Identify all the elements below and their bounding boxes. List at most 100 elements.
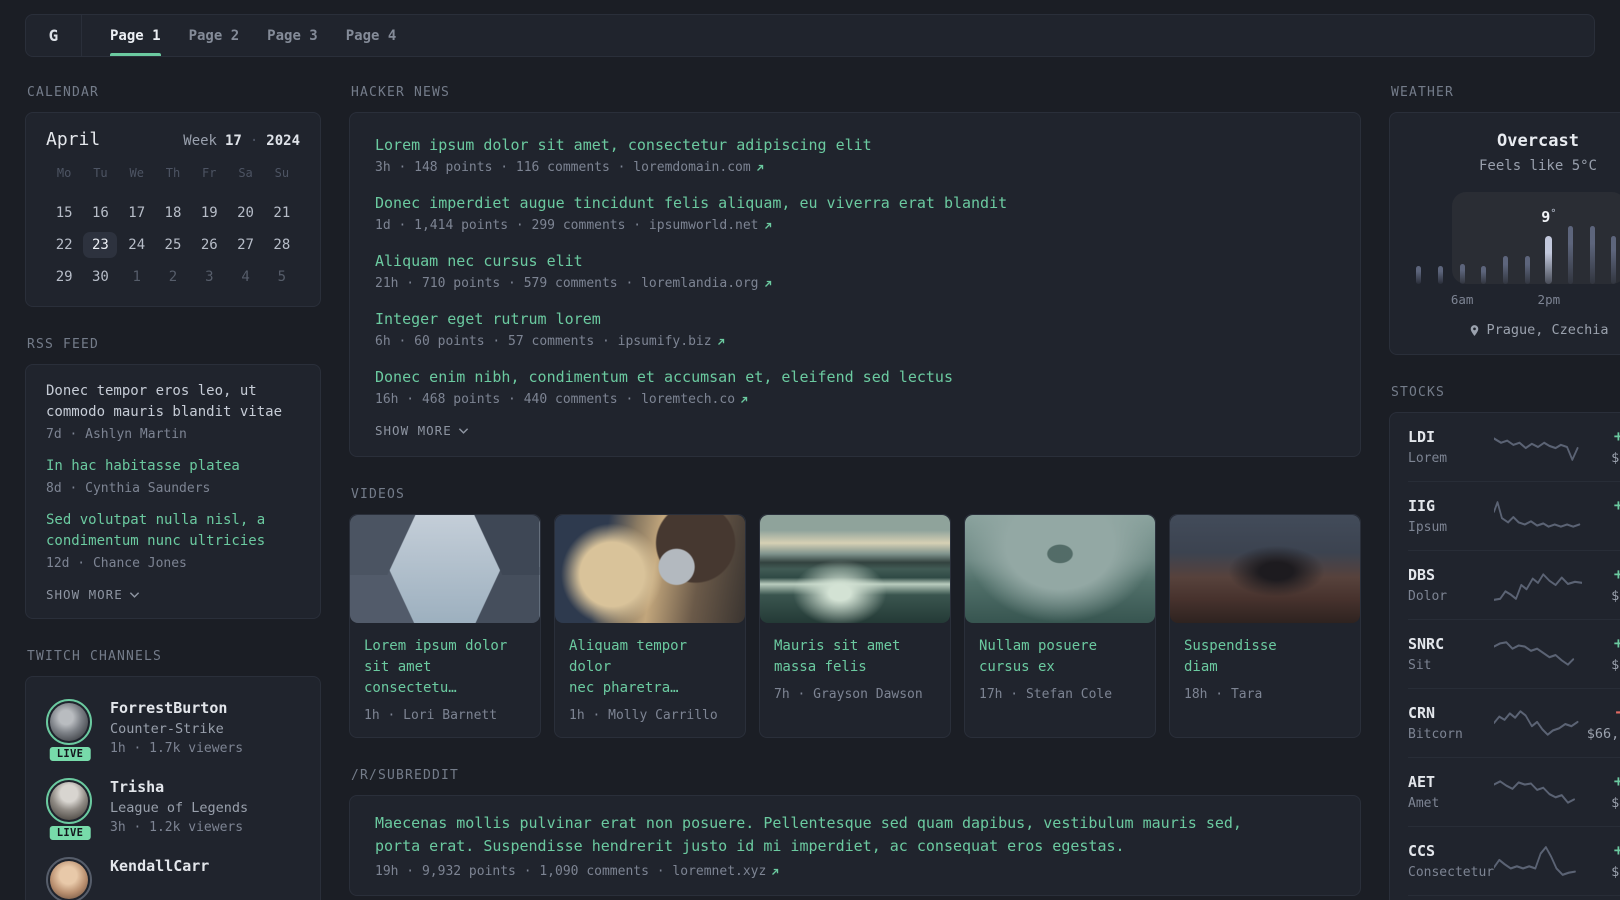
hackernews-item: Aliquam nec cursus elit 21h · 710 points… — [375, 251, 1335, 291]
rss-section-title: RSS FEED — [27, 337, 99, 352]
stock-sparkline — [1494, 572, 1582, 601]
weather-bar — [1545, 236, 1553, 284]
calendar-header: April Week 17 · 2024 — [46, 129, 300, 150]
calendar-day: 28 — [273, 237, 291, 253]
hackernews-item-title[interactable]: Lorem ipsum dolor sit amet, consectetur … — [375, 135, 1335, 156]
page-tab[interactable]: Page 3 — [267, 15, 318, 56]
twitch-channel-name[interactable]: KendallCarr — [110, 857, 209, 875]
video-thumbnail[interactable] — [760, 515, 950, 623]
live-badge: LIVE — [47, 824, 93, 842]
weather-bar-slot — [1473, 196, 1495, 284]
hackernews-item-title[interactable]: Aliquam nec cursus elit — [375, 251, 1335, 272]
page-tab[interactable]: Page 4 — [346, 15, 397, 56]
weather-bar — [1416, 266, 1422, 284]
external-link-icon[interactable] — [763, 221, 773, 231]
video-card[interactable]: Aliquam tempor dolor nec pharetra… 1h · … — [554, 514, 746, 738]
page-tab-label: Page 3 — [267, 27, 318, 44]
calendar-weekday: Th — [165, 166, 181, 180]
calendar-week-year: Week 17 · 2024 — [183, 133, 300, 149]
twitch-channel[interactable]: LIVE ForrestBurton Counter-Strike 1h · 1… — [46, 699, 300, 763]
twitch-avatar-ring — [46, 857, 92, 900]
calendar-weekday: Su — [274, 166, 290, 180]
stock-values: -1.00% $66,171.48 — [1582, 703, 1620, 742]
twitch-channel-viewers: 3h · 1.2k viewers — [110, 820, 244, 835]
video-card[interactable]: Lorem ipsum dolor sit amet consectetu… 1… — [349, 514, 541, 738]
hackernews-item-meta-text: 6h · 60 points · 57 comments · ipsumify.… — [375, 334, 712, 349]
twitch-channel-name[interactable]: ForrestBurton — [110, 699, 243, 717]
stock-change: -1.00% — [1582, 703, 1620, 721]
stock-identity: IIG Ipsum — [1408, 497, 1494, 535]
subreddit-post-title[interactable]: Maecenas mollis pulvinar erat non posuer… — [375, 812, 1335, 858]
hackernews-show-more-button[interactable]: SHOW MORE — [375, 423, 1335, 438]
stock-identity: CCS Consectetur — [1408, 842, 1494, 880]
calendar-day: 25 — [164, 237, 182, 253]
video-thumbnail[interactable] — [965, 515, 1155, 623]
video-card[interactable]: Nullam posuere cursus ex 17h · Stefan Co… — [964, 514, 1156, 738]
calendar-separator: · — [249, 133, 259, 149]
twitch-channel-name[interactable]: Trisha — [110, 778, 248, 796]
twitch-section-title: TWITCH CHANNELS — [27, 649, 162, 664]
avatar — [50, 782, 88, 820]
calendar-days-grid: 15 16 17 18 19 20 21 22 23 24 25 26 27 28 29 30 1 2 3 4 5 — [46, 200, 300, 290]
calendar-week-number: 17 — [224, 133, 242, 149]
twitch-channel-viewers: 1h · 1.7k viewers — [110, 741, 244, 756]
external-link-icon[interactable] — [716, 337, 726, 347]
video-thumbnail[interactable] — [1170, 515, 1360, 623]
calendar-day: 15 — [55, 205, 73, 221]
hackernews-item: Lorem ipsum dolor sit amet, consectetur … — [375, 135, 1335, 175]
stock-sparkline — [1494, 709, 1579, 736]
rss-item-title[interactable]: In hac habitasse platea — [46, 456, 300, 477]
subreddit-post-meta-text: 19h · 9,932 points · 1,090 comments · lo… — [375, 864, 767, 879]
twitch-channel[interactable]: LIVE Trisha League of Legends 3h · 1.2k … — [46, 778, 300, 842]
page-tab[interactable]: Page 1 — [110, 15, 161, 56]
video-title[interactable]: Suspendisse diam — [1170, 623, 1360, 678]
weather-bar-slot — [1516, 196, 1538, 284]
rss-item-title[interactable]: Donec tempor eros leo, ut commodo mauris… — [46, 381, 300, 423]
weather-time-label: 2pm — [1537, 292, 1561, 307]
video-title[interactable]: Mauris sit amet massa felis — [760, 623, 950, 678]
twitch-channel[interactable]: KendallCarr — [46, 857, 300, 900]
external-link-icon[interactable] — [770, 867, 780, 877]
video-title[interactable]: Aliquam tempor dolor nec pharetra… — [555, 623, 745, 699]
external-link-icon[interactable] — [763, 279, 773, 289]
hackernews-item-title[interactable]: Donec imperdiet augue tincidunt felis al… — [375, 193, 1335, 214]
video-card[interactable]: Mauris sit amet massa felis 7h · Grayson… — [759, 514, 951, 738]
calendar-day: 22 — [55, 237, 73, 253]
stock-change: +0.51% — [1613, 841, 1620, 859]
video-thumbnail[interactable] — [555, 515, 745, 623]
weather-bar-slot — [1430, 196, 1452, 284]
hackernews-item: Donec enim nibh, condimentum et accumsan… — [375, 367, 1335, 407]
stock-ticker: AET — [1408, 772, 1436, 791]
rss-widget: Donec tempor eros leo, ut commodo mauris… — [25, 364, 321, 619]
page-tab[interactable]: Page 2 — [189, 15, 240, 56]
external-link-icon[interactable] — [755, 163, 765, 173]
hackernews-widget: Lorem ipsum dolor sit amet, consectetur … — [349, 112, 1361, 457]
rss-item-meta: 8d · Cynthia Saunders — [46, 481, 300, 496]
hackernews-item-meta: 21h · 710 points · 579 comments · loreml… — [375, 276, 1335, 291]
stock-name: Dolor — [1408, 588, 1448, 604]
calendar-day: 26 — [200, 237, 218, 253]
stock-values: +0.92% $499.72 — [1582, 772, 1620, 811]
rss-item-title[interactable]: Sed volutpat nulla nisl, a condimentum n… — [46, 510, 300, 552]
rss-show-more-button[interactable]: SHOW MORE — [46, 587, 300, 602]
weather-bar-slot — [1408, 196, 1430, 284]
video-meta: 1h · Lori Barnett — [364, 708, 498, 723]
page-tab-label: Page 4 — [345, 27, 397, 44]
stock-row: DBS Dolor +1.42% $156.28 — [1408, 550, 1620, 619]
hackernews-item-meta: 16h · 468 points · 440 comments · loremt… — [375, 392, 1335, 407]
video-title[interactable]: Lorem ipsum dolor sit amet consectetu… — [350, 623, 540, 699]
stock-values: +0.51% $165.84 — [1582, 841, 1620, 880]
hackernews-item-title[interactable]: Integer eget rutrum lorem — [375, 309, 1335, 330]
external-link-icon[interactable] — [739, 395, 749, 405]
hackernews-item-title[interactable]: Donec enim nibh, condimentum et accumsan… — [375, 367, 1335, 388]
calendar-weekday: Tu — [93, 166, 108, 180]
stock-sparkline — [1494, 845, 1576, 876]
video-thumbnail[interactable] — [350, 515, 540, 623]
weather-bar — [1611, 236, 1617, 284]
video-title[interactable]: Nullam posuere cursus ex — [965, 623, 1155, 678]
video-card[interactable]: Suspendisse diam 18h · Tara — [1169, 514, 1361, 738]
hackernews-item-meta-text: 21h · 710 points · 579 comments · loreml… — [375, 276, 759, 291]
calendar-day: 29 — [55, 269, 73, 285]
hackernews-item: Donec imperdiet augue tincidunt felis al… — [375, 193, 1335, 233]
weather-bar-slot — [1560, 196, 1582, 284]
